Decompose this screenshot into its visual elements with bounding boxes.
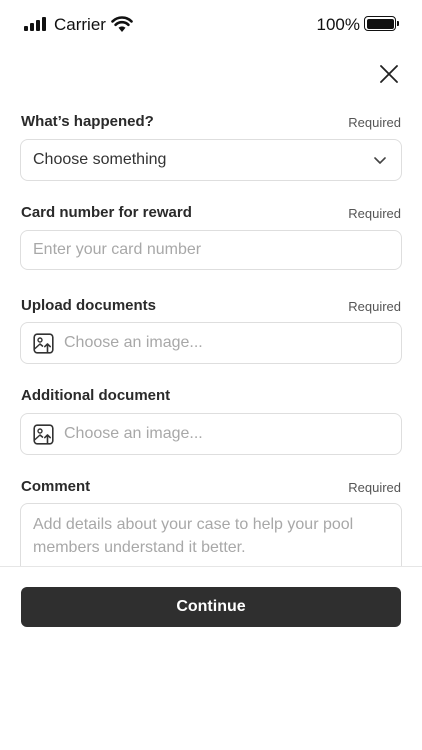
upload-label: Upload documents	[21, 297, 157, 314]
status-bar: Carrier 100%	[0, 0, 422, 48]
card-number-placeholder: Enter your card number	[33, 241, 202, 258]
carrier-name: Carrier	[54, 15, 106, 34]
battery-percentage: 100%	[316, 15, 360, 34]
continue-button[interactable]: Continue	[21, 587, 401, 627]
additional-document-field[interactable]: Choose an image...	[20, 413, 402, 455]
signal-icon	[24, 17, 46, 31]
additional-label: Additional document	[21, 387, 171, 404]
happened-select-value: Choose something	[33, 151, 167, 168]
card-label: Card number for reward	[21, 204, 192, 221]
wifi-icon	[111, 16, 133, 32]
image-upload-icon	[33, 333, 54, 354]
upload-documents-placeholder: Choose an image...	[64, 334, 203, 351]
card-required: Required	[348, 206, 401, 221]
battery-icon	[364, 16, 399, 31]
upload-required: Required	[348, 299, 401, 314]
chevron-down-icon	[374, 157, 386, 164]
comment-required: Required	[348, 480, 401, 495]
close-icon[interactable]	[376, 61, 402, 87]
happened-required: Required	[348, 115, 401, 130]
happened-select[interactable]: Choose something	[20, 139, 402, 181]
happened-label: What’s happened?	[21, 113, 154, 130]
image-upload-icon	[33, 424, 54, 445]
upload-documents-field[interactable]: Choose an image...	[20, 322, 402, 364]
additional-document-placeholder: Choose an image...	[64, 425, 203, 442]
comment-placeholder: Add details about your case to help your…	[33, 516, 354, 556]
card-number-input[interactable]: Enter your card number	[20, 230, 402, 270]
comment-label: Comment	[21, 478, 91, 495]
